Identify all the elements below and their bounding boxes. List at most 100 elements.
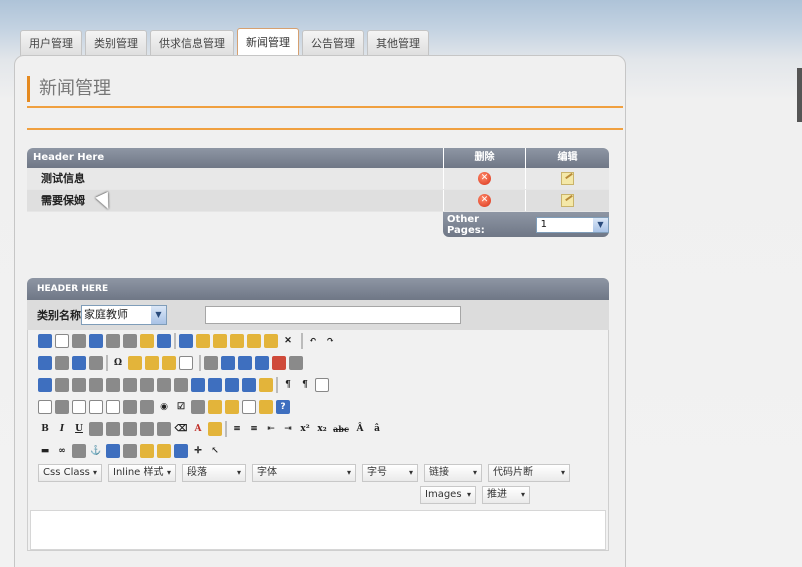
font-size-combo[interactable]: 字号 ▾ (362, 464, 418, 482)
paste-icon[interactable] (213, 334, 227, 348)
form-icon[interactable] (38, 356, 52, 370)
insert-form-icon[interactable] (140, 444, 154, 458)
rtl-icon[interactable]: ¶ (298, 378, 312, 392)
merge-cells-icon[interactable] (157, 378, 171, 392)
font-combo[interactable]: 字体 ▾ (252, 464, 356, 482)
row-props-icon[interactable] (208, 378, 222, 392)
insert-row-icon[interactable] (55, 378, 69, 392)
images-combo[interactable]: Images ▾ (420, 486, 476, 504)
paste-text-icon[interactable] (230, 334, 244, 348)
ltr-icon[interactable]: ¶ (281, 378, 295, 392)
template-icon[interactable] (123, 334, 137, 348)
show-blocks-icon[interactable] (315, 378, 329, 392)
highlight-remove-icon[interactable] (225, 400, 239, 414)
category-select[interactable]: 家庭教师 ▼ (81, 305, 167, 325)
pdf-icon[interactable] (272, 356, 286, 370)
align-center-icon[interactable] (106, 422, 120, 436)
page-break-icon[interactable] (259, 378, 273, 392)
paste-word-icon[interactable] (247, 334, 261, 348)
delete-icon[interactable]: ✕ (478, 172, 491, 185)
spellcheck-icon[interactable] (140, 334, 154, 348)
insert-col-icon[interactable] (106, 378, 120, 392)
special-char-icon[interactable]: Ω (111, 356, 125, 370)
pointer-icon[interactable]: ↖ (208, 444, 222, 458)
div-icon[interactable] (38, 400, 52, 414)
smiley-icon[interactable] (128, 356, 142, 370)
highlight-icon[interactable] (208, 400, 222, 414)
iframe-icon[interactable] (179, 356, 193, 370)
link-combo[interactable]: 链接 ▾ (424, 464, 482, 482)
unlink-icon[interactable] (72, 444, 86, 458)
anchor-link-icon[interactable]: ⚓ (89, 444, 103, 458)
hidden-field-icon[interactable] (242, 400, 256, 414)
chevron-down-icon[interactable]: ▼ (151, 306, 166, 324)
table-props-icon[interactable] (72, 356, 86, 370)
delete-row-icon[interactable] (89, 378, 103, 392)
spellcheck-ayt-icon[interactable] (157, 334, 171, 348)
paragraph-combo[interactable]: 段落 ▾ (182, 464, 246, 482)
horizontal-rule-icon[interactable] (242, 378, 256, 392)
insert-template-icon[interactable] (123, 444, 137, 458)
page-select[interactable]: 1 ▼ (535, 216, 609, 233)
tab-supply-demand-management[interactable]: 供求信息管理 (150, 30, 234, 56)
textarea-icon[interactable] (89, 400, 103, 414)
code-snippet-combo[interactable]: 代码片断 ▾ (488, 464, 570, 482)
inline-style-combo[interactable]: Inline 样式 ▾ (108, 464, 176, 482)
copy-icon[interactable] (196, 334, 210, 348)
advance-combo[interactable]: 推进 ▾ (482, 486, 530, 504)
undo-icon[interactable]: ↶ (306, 334, 320, 348)
bold-icon[interactable]: B (38, 422, 52, 436)
link-icon[interactable]: ∞ (55, 444, 69, 458)
tab-category-management[interactable]: 类别管理 (85, 30, 147, 56)
image-map-icon[interactable] (162, 356, 176, 370)
italic-icon[interactable]: I (55, 422, 69, 436)
strikethrough-icon[interactable]: abc (332, 422, 350, 436)
radio-icon[interactable]: ◉ (157, 400, 171, 414)
anchor-icon[interactable] (259, 400, 273, 414)
image-button-icon[interactable] (191, 400, 205, 414)
find-icon[interactable] (106, 334, 120, 348)
news-title-input[interactable] (205, 306, 461, 324)
delete-icon[interactable]: ✕ (281, 334, 295, 348)
button-icon[interactable] (123, 400, 137, 414)
delete-icon[interactable]: ✕ (478, 194, 491, 207)
textfield-icon[interactable] (72, 400, 86, 414)
time-icon[interactable] (89, 356, 103, 370)
paste-html-icon[interactable] (264, 334, 278, 348)
align-justify-icon[interactable] (140, 422, 154, 436)
cut-icon[interactable] (179, 334, 193, 348)
background-color-icon[interactable] (208, 422, 222, 436)
document-icon[interactable] (289, 356, 303, 370)
link-circle-icon[interactable] (238, 356, 252, 370)
print-icon[interactable] (72, 334, 86, 348)
ordered-list-icon[interactable]: ≡ (230, 422, 244, 436)
split-cells-icon[interactable] (174, 378, 188, 392)
flash-icon[interactable] (145, 356, 159, 370)
help-icon[interactable]: ? (276, 400, 290, 414)
fieldset-icon[interactable] (55, 400, 69, 414)
select-all-icon[interactable] (55, 356, 69, 370)
lowercase-icon[interactable]: â (370, 422, 384, 436)
css-class-combo[interactable]: Css Class ▾ (38, 464, 102, 482)
edit-icon[interactable] (561, 194, 574, 207)
save-icon[interactable] (38, 334, 52, 348)
indent-icon[interactable]: ⇥ (281, 422, 295, 436)
chevron-down-icon[interactable]: ▼ (593, 217, 608, 232)
new-document-icon[interactable] (55, 334, 69, 348)
preview-icon[interactable] (89, 334, 103, 348)
tab-user-management[interactable]: 用户管理 (20, 30, 82, 56)
grid-icon[interactable] (174, 444, 188, 458)
subscript-icon[interactable]: x₂ (315, 422, 329, 436)
table-icon[interactable] (225, 378, 239, 392)
tab-notice-management[interactable]: 公告管理 (302, 30, 364, 56)
outdent-icon[interactable]: ⇤ (264, 422, 278, 436)
insert-col-after-icon[interactable] (123, 378, 137, 392)
absolute-position-icon[interactable]: ✛ (191, 444, 205, 458)
insert-table-icon[interactable] (38, 378, 52, 392)
checkbox-icon[interactable]: ☑ (174, 400, 188, 414)
select-field-icon[interactable] (140, 400, 154, 414)
tab-other-management[interactable]: 其他管理 (367, 30, 429, 56)
align-right-icon[interactable] (123, 422, 137, 436)
scrollbar-thumb[interactable] (797, 68, 802, 122)
cell-props-icon[interactable] (191, 378, 205, 392)
